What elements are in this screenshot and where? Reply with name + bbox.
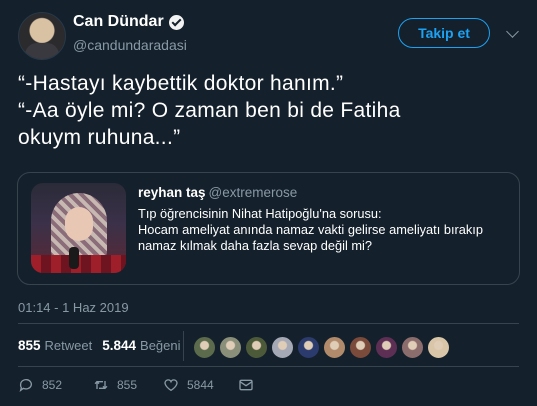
quoted-author-handle: @extremerose xyxy=(208,185,298,200)
heart-icon xyxy=(164,379,178,392)
chevron-down-icon[interactable] xyxy=(506,25,519,38)
message-action[interactable] xyxy=(238,377,254,393)
retweet-count: 855 xyxy=(117,378,138,392)
like-count: 5844 xyxy=(187,378,214,392)
liker-avatar[interactable] xyxy=(271,336,294,359)
reply-action[interactable]: 852 xyxy=(18,377,93,393)
liker-avatar[interactable] xyxy=(323,336,346,359)
author-name-label: Can Dündar xyxy=(73,13,164,30)
like-action[interactable]: 5844 xyxy=(163,377,238,393)
divider xyxy=(18,366,519,367)
liker-avatar[interactable] xyxy=(427,336,450,359)
quoted-author: reyhan taş @extremerose xyxy=(138,185,297,200)
liker-avatar[interactable] xyxy=(219,336,242,359)
envelope-icon xyxy=(239,379,253,391)
stats-separator xyxy=(183,331,184,361)
retweet-stat[interactable]: 855 Retweet xyxy=(18,338,92,353)
author-handle[interactable]: @candundaradasi xyxy=(73,37,187,53)
liker-avatar[interactable] xyxy=(349,336,372,359)
quoted-tweet-text: Tıp öğrencisinin Nihat Hatipoğlu'na soru… xyxy=(138,206,483,253)
engagement-stats: 855 Retweet 5.844 Beğeni xyxy=(18,338,181,353)
reply-icon xyxy=(19,379,32,392)
follow-button[interactable]: Takip et xyxy=(398,18,490,48)
retweet-stat-label: Retweet xyxy=(44,338,93,353)
liker-avatar[interactable] xyxy=(245,336,268,359)
liker-avatar[interactable] xyxy=(401,336,424,359)
reply-count: 852 xyxy=(42,378,63,392)
like-stat-count: 5.844 xyxy=(102,338,137,353)
liker-avatar[interactable] xyxy=(193,336,216,359)
retweet-action[interactable]: 855 xyxy=(93,377,163,393)
quoted-tweet-image[interactable] xyxy=(31,183,126,273)
verified-badge-icon xyxy=(168,14,184,30)
liker-avatars xyxy=(193,336,450,359)
quoted-author-name: reyhan taş xyxy=(138,185,206,200)
tweet-actions: 852 855 5844 xyxy=(18,377,254,393)
author-name[interactable]: Can Dündar xyxy=(73,13,184,31)
liker-avatar[interactable] xyxy=(297,336,320,359)
liker-avatar[interactable] xyxy=(375,336,398,359)
retweet-stat-count: 855 xyxy=(18,338,41,353)
retweet-icon xyxy=(94,380,108,390)
quoted-tweet-card[interactable]: reyhan taş @extremerose Tıp öğrencisinin … xyxy=(17,172,520,285)
like-stat-label: Beğeni xyxy=(140,338,181,353)
divider xyxy=(18,323,519,324)
author-avatar[interactable] xyxy=(18,12,66,60)
tweet-timestamp[interactable]: 01:14 - 1 Haz 2019 xyxy=(18,300,129,315)
tweet-text: “-Hastayı kaybettik doktor hanım.” “-Aa … xyxy=(18,72,401,149)
like-stat[interactable]: 5.844 Beğeni xyxy=(102,338,180,353)
